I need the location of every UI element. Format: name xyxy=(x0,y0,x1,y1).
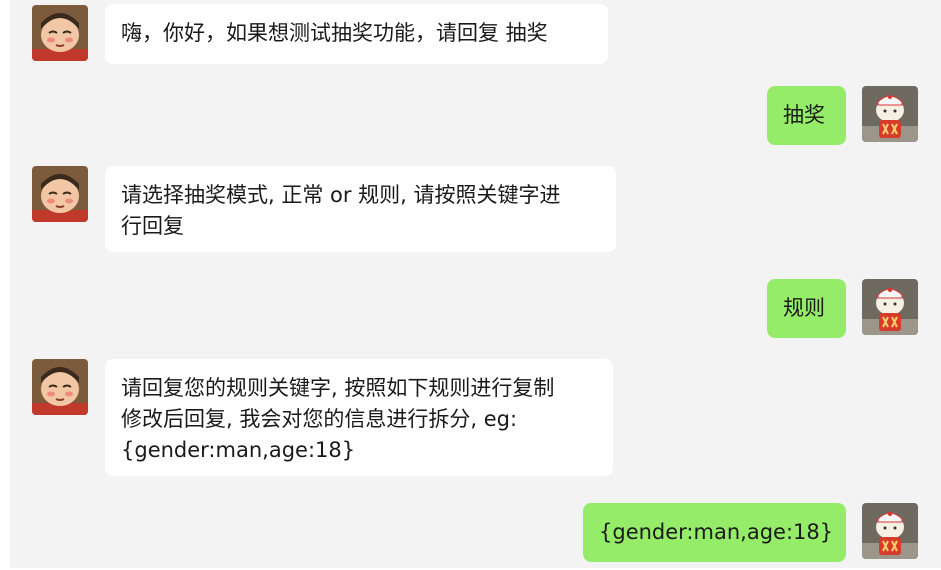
user-avatar-icon[interactable] xyxy=(862,86,918,142)
message-text-line: 修改后回复, 我会对您的信息进行拆分, eg: xyxy=(121,407,518,431)
user-avatar-icon[interactable] xyxy=(862,279,918,335)
user-avatar-icon[interactable] xyxy=(862,503,918,559)
message-bubble[interactable]: 请选择抽奖模式, 正常 or 规则, 请按照关键字进 行回复 xyxy=(105,166,616,252)
bot-avatar-icon[interactable] xyxy=(32,166,88,222)
bot-avatar-icon[interactable] xyxy=(32,359,88,415)
message-bubble[interactable]: 抽奖 xyxy=(767,86,846,145)
message-bubble[interactable]: 请回复您的规则关键字, 按照如下规则进行复制 修改后回复, 我会对您的信息进行拆… xyxy=(105,359,613,476)
bot-avatar-icon[interactable] xyxy=(32,5,88,61)
message-text: 规则 xyxy=(783,296,825,320)
message-text-line: 请选择抽奖模式, 正常 or 规则, 请按照关键字进 xyxy=(121,183,561,207)
message-text-line: {gender:man,age:18} xyxy=(121,438,356,462)
message-bubble[interactable]: 规则 xyxy=(767,279,846,338)
message-bubble[interactable]: 嗨，你好，如果想测试抽奖功能，请回复 抽奖 xyxy=(105,4,608,64)
message-text: 嗨，你好，如果想测试抽奖功能，请回复 抽奖 xyxy=(121,21,548,45)
message-text: 抽奖 xyxy=(783,103,825,127)
message-text-line: 请回复您的规则关键字, 按照如下规则进行复制 xyxy=(121,376,555,400)
message-bubble[interactable]: {gender:man,age:18} xyxy=(583,503,846,562)
chat-message-pane[interactable]: 嗨，你好，如果想测试抽奖功能，请回复 抽奖 抽奖 请选择抽奖模式, 正常 or … xyxy=(10,0,941,568)
message-text-line: 行回复 xyxy=(121,214,184,238)
message-text: {gender:man,age:18} xyxy=(599,520,834,544)
